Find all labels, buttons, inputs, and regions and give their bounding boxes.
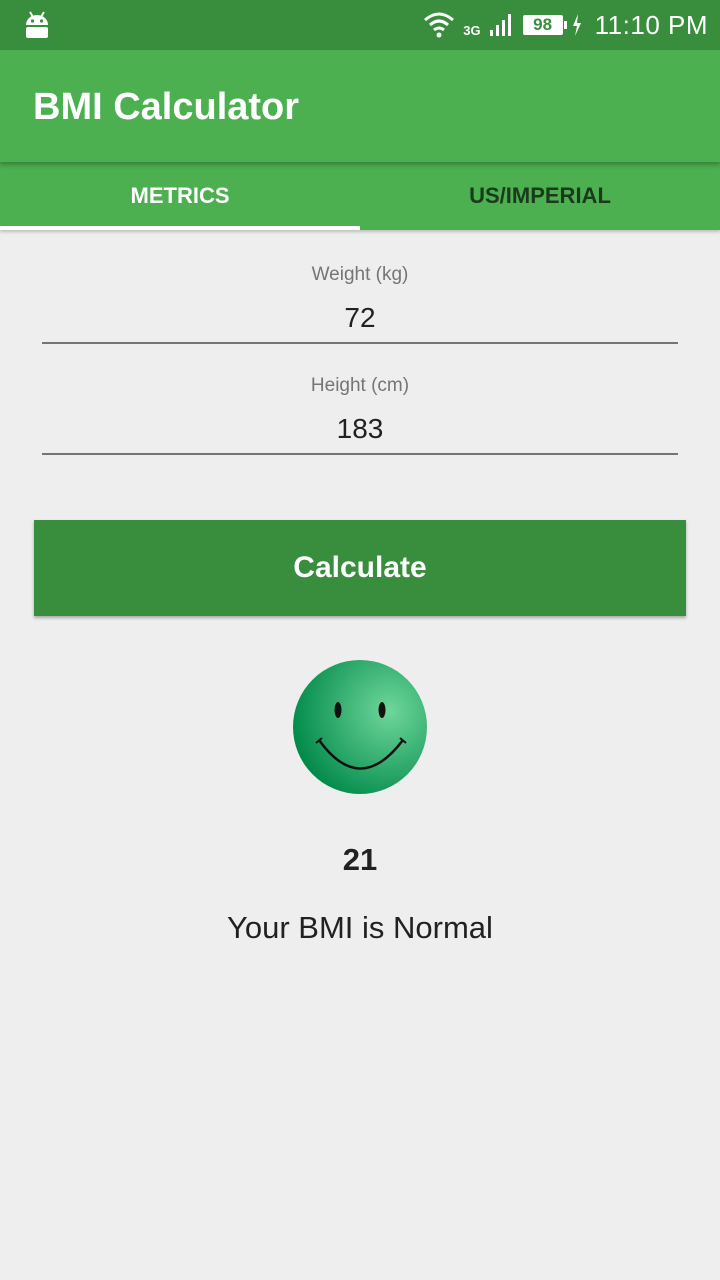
status-icons: 3G 98 11:10 PM xyxy=(423,0,708,50)
status-bar: 3G 98 11:10 PM xyxy=(0,0,720,50)
height-input[interactable] xyxy=(42,413,678,455)
calculate-button[interactable]: Calculate xyxy=(34,520,686,616)
height-label: Height (cm) xyxy=(310,375,410,396)
smiley-face-icon xyxy=(293,660,427,794)
app-bar: BMI Calculator xyxy=(0,50,720,162)
weight-field: Weight (kg) xyxy=(42,264,678,344)
height-field: Height (cm) xyxy=(42,375,678,455)
tab-bar: METRICS US/IMPERIAL xyxy=(0,162,720,230)
tab-us-imperial[interactable]: US/IMPERIAL xyxy=(360,162,720,230)
weight-input[interactable] xyxy=(42,302,678,344)
bmi-value: 21 xyxy=(342,842,378,877)
signal-icon xyxy=(489,14,511,36)
android-icon xyxy=(26,11,48,38)
tab-indicator xyxy=(0,226,360,230)
tab-metrics-label: METRICS xyxy=(130,183,230,208)
bmi-status: Your BMI is Normal xyxy=(227,910,493,945)
tab-metrics[interactable]: METRICS xyxy=(0,162,360,230)
battery-icon: 98 xyxy=(522,15,567,35)
charging-icon xyxy=(572,14,581,36)
battery-level: 98 xyxy=(533,15,553,34)
tab-us-imperial-label: US/IMPERIAL xyxy=(469,183,611,208)
weight-label: Weight (kg) xyxy=(311,264,409,285)
wifi-icon xyxy=(424,12,455,38)
status-time: 11:10 PM xyxy=(594,9,708,40)
app-title: BMI Calculator xyxy=(33,86,300,128)
network-type-label: 3G xyxy=(463,22,481,38)
